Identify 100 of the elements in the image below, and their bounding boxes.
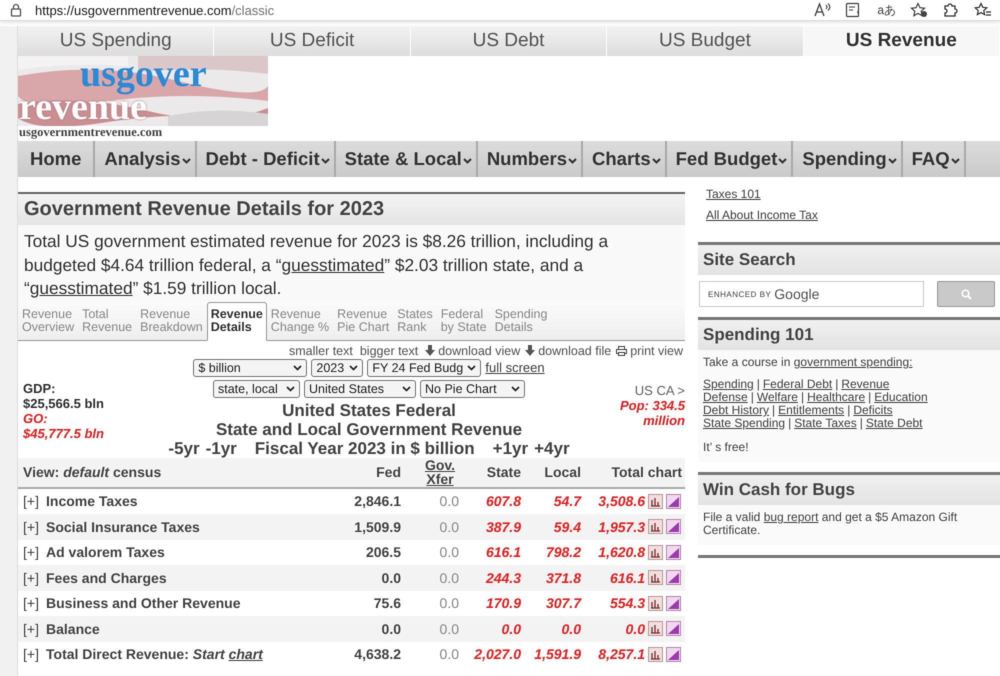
text-link[interactable]: guesstimated xyxy=(30,278,133,298)
site-tab[interactable]: US Spending xyxy=(18,26,214,56)
bar-chart-icon[interactable] xyxy=(648,570,663,586)
bar-chart-icon[interactable] xyxy=(648,596,663,611)
toolbar-link[interactable]: bigger text xyxy=(360,344,418,358)
site-tab[interactable]: US Deficit xyxy=(214,26,411,56)
dropdown[interactable]: No Pie Chart xyxy=(420,380,525,398)
dropdown[interactable]: FY 24 Fed Budg xyxy=(367,358,482,376)
expand-toggle[interactable]: [+] xyxy=(18,544,46,560)
toolbar-link[interactable]: download view xyxy=(438,344,520,358)
year-link[interactable]: +1yr xyxy=(492,438,528,458)
bar-chart-icon[interactable] xyxy=(648,494,663,509)
area-chart-icon[interactable] xyxy=(666,621,681,636)
area-chart-icon[interactable] xyxy=(666,494,681,509)
expand-toggle[interactable]: [+] xyxy=(18,620,46,637)
bar-chart-icon[interactable] xyxy=(648,519,663,534)
translate-icon[interactable]: aあ xyxy=(877,2,896,18)
favorites-icon[interactable] xyxy=(974,2,992,18)
bar-chart-icon[interactable] xyxy=(648,621,663,636)
topic-link[interactable]: Federal Debt xyxy=(762,377,832,391)
area-chart-icon[interactable] xyxy=(666,570,681,586)
search-field[interactable]: ENHANCED BY Google xyxy=(699,281,924,307)
url-text[interactable]: https://usgovernmentrevenue.com/classic xyxy=(35,2,274,18)
table-cell-text: 0.0 xyxy=(560,620,581,637)
table-cell-text: 0.0 xyxy=(438,570,459,586)
chart-link[interactable]: chart xyxy=(228,646,263,662)
topic-link[interactable]: Healthcare xyxy=(807,390,866,404)
site-tab[interactable]: US Revenue xyxy=(804,26,1000,56)
print-icon[interactable] xyxy=(616,346,628,356)
text-link[interactable]: bug report xyxy=(764,510,818,524)
favorite-add-icon[interactable] xyxy=(910,2,928,18)
nav-menu-item[interactable]: Home xyxy=(18,141,96,177)
area-chart-icon[interactable] xyxy=(666,596,681,611)
bar-chart-icon[interactable] xyxy=(648,544,663,560)
year-link[interactable]: -1yr xyxy=(206,438,237,458)
extensions-icon[interactable] xyxy=(942,2,960,18)
region-link[interactable]: US CA > xyxy=(634,382,685,398)
expand-toggle[interactable]: [+] xyxy=(18,595,46,612)
topic-link[interactable]: Welfare xyxy=(756,390,798,404)
site-tab[interactable]: US Budget xyxy=(607,26,804,56)
expand-toggle[interactable]: [+] xyxy=(18,518,46,535)
caret-icon xyxy=(568,158,578,164)
column-header[interactable]: Gov. Xfer xyxy=(421,458,459,486)
bar-chart-icon[interactable] xyxy=(648,646,663,662)
separator: | xyxy=(868,390,872,404)
download-icon[interactable] xyxy=(425,345,436,356)
topic-link[interactable]: Spending xyxy=(703,377,754,391)
nav-menu-item[interactable]: Analysis xyxy=(95,141,197,177)
nav-menu-item[interactable]: FAQ xyxy=(902,141,966,177)
toolbar-link[interactable]: download file xyxy=(538,344,612,358)
caret-icon xyxy=(182,158,191,164)
row-label: Total Direct Revenue: xyxy=(46,646,189,662)
nav-menu-item[interactable]: State & Local xyxy=(336,141,478,177)
dropdown[interactable]: $ billion xyxy=(193,358,308,376)
download-icon[interactable] xyxy=(525,345,536,356)
full-screen-link[interactable]: full screen xyxy=(485,360,545,375)
nav-menu-item[interactable]: Charts xyxy=(583,141,667,177)
year-link[interactable]: +4yr xyxy=(534,438,570,458)
topic-link[interactable]: Debt History xyxy=(703,403,770,417)
bug-report-text: File a valid bug report and get a $5 Amazon Gift Certificate. xyxy=(703,511,958,537)
column-header: Fed xyxy=(375,464,401,480)
dropdown[interactable]: state, local xyxy=(213,380,300,398)
text-link[interactable]: government spending: xyxy=(794,355,912,369)
caret-icon xyxy=(778,158,788,164)
logo-domain[interactable]: usgovernmentrevenue.com xyxy=(19,125,162,140)
sub-tab[interactable]: Revenue Details xyxy=(206,302,267,340)
table-cell-text: 387.9 xyxy=(484,518,521,535)
sidebar-link[interactable]: Taxes 101 xyxy=(706,187,761,201)
area-chart-icon[interactable] xyxy=(666,544,681,560)
table-cell-text: 244.3 xyxy=(484,570,521,586)
topic-link[interactable]: Education xyxy=(874,390,928,404)
expand-toggle[interactable]: [+] xyxy=(18,646,46,662)
nav-menu-item[interactable]: Debt - Deficit xyxy=(196,141,336,177)
expand-toggle[interactable]: [+] xyxy=(18,493,46,510)
dropdown[interactable]: United States xyxy=(304,380,416,398)
toolbar-link[interactable]: print view xyxy=(630,344,683,358)
nav-menu-item[interactable]: Fed Budget xyxy=(666,141,794,177)
topic-link[interactable]: Defense xyxy=(703,390,748,404)
text-link[interactable]: guesstimated xyxy=(281,254,384,274)
area-chart-icon[interactable] xyxy=(666,646,681,662)
nav-menu-item[interactable]: Numbers xyxy=(478,141,584,177)
dropdown[interactable]: 2023 xyxy=(311,358,364,376)
topic-link[interactable]: Revenue xyxy=(841,377,890,391)
nav-menu-item[interactable]: Spending xyxy=(793,141,903,177)
area-chart-icon[interactable] xyxy=(666,519,681,534)
read-aloud-icon[interactable] xyxy=(813,2,832,18)
topic-link[interactable]: State Spending xyxy=(703,416,786,430)
toolbar-link[interactable]: smaller text xyxy=(288,344,353,358)
site-tab[interactable]: US Debt xyxy=(410,26,608,56)
topic-link[interactable]: State Taxes xyxy=(794,416,857,430)
topic-link[interactable]: State Debt xyxy=(866,416,923,430)
table-cell-text: 607.8 xyxy=(484,493,521,510)
sidebar-link[interactable]: All About Income Tax xyxy=(706,208,818,222)
topic-link[interactable]: Deficits xyxy=(853,403,893,417)
row-label: Business and Other Revenue xyxy=(46,595,242,612)
search-button[interactable] xyxy=(937,281,995,307)
year-link[interactable]: -5yr xyxy=(168,438,200,458)
caret-icon xyxy=(349,364,358,370)
expand-toggle[interactable]: [+] xyxy=(18,570,46,586)
topic-link[interactable]: Entitlements xyxy=(778,403,844,417)
